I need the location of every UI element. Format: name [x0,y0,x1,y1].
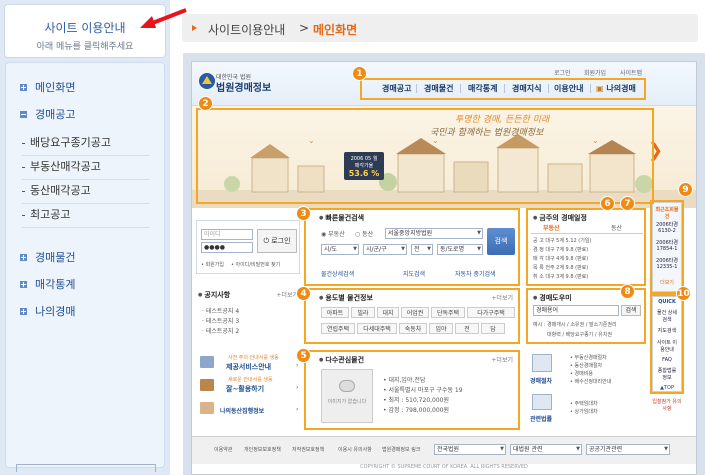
public-link-select[interactable]: 공공기관관련 [586,444,670,455]
join-link[interactable]: • 회원가입 [201,261,224,268]
usage-tips-link[interactable]: 잘~활용하기 [226,384,264,394]
highlight-box-5 [304,350,520,430]
badge-5: 5 [296,348,311,363]
footer-link[interactable]: 법원경매정보 링크 [382,446,420,453]
sidebar-menu: 메인화면 경매공고 경매물건 매각통계 나의경매 [5,62,165,468]
site-footer: 이용약관 개인정보보호정책 저작권보호정책 이용시 유의사항 법원경매정보 링크… [192,436,696,464]
badge-2: 2 [198,96,213,111]
login-panel: 아이디 ●●●● ⏻ 로그인 • 회원가입 • 아이디/비밀번호 찾기 [196,220,300,274]
sidebar-subtitle: 아래 메뉴를 클릭해주세요 [36,42,134,52]
highlight-box-9 [650,200,684,294]
menu-item-auction-items[interactable]: 경매물건 [20,249,75,265]
document-icon [532,354,552,372]
util-link-sitemap[interactable]: 사이트맵 [620,68,642,77]
find-account-link[interactable]: • 아이디/비밀번호 찾기 [231,261,280,268]
badge-7: 7 [620,196,635,211]
site-screenshot-frame: 대한민국 법원 법원경매정보 로그인 회원가입 사이트맵 경매공고 경매물건 매… [183,53,705,475]
promo-panel: 사전 주의 안내서를 생동 제공서비스안내 › 새로운 안내서를 생동 잘~활용… [196,352,300,428]
plus-icon [20,280,27,288]
gavel-icon [200,379,214,391]
highlight-box-10 [650,294,684,394]
menu-item-sales-stats[interactable]: 매각통계 [20,276,75,292]
badge-1: 1 [352,66,367,81]
notice-item[interactable]: · 테스트공지 4 [202,306,239,315]
chevron-right-icon: › [296,362,299,369]
submenu-item[interactable]: 동산매각공고 [22,180,150,204]
highlight-box-1 [360,78,646,100]
chevron-right-icon: › [296,384,299,391]
badge-4: 4 [296,286,311,301]
menu-item-main[interactable]: 메인화면 [20,79,75,95]
procedure-link[interactable]: 경매절차 [530,376,552,385]
plus-icon [20,83,27,91]
breadcrumb: 사이트이용안내 > 메인화면 [182,14,698,42]
power-icon: ⏻ [263,237,269,245]
breadcrumb-current: 메인화면 [313,23,358,37]
plus-icon [20,307,27,315]
menu-item-my-auction[interactable]: 나의경매 [20,303,75,319]
minus-icon [20,110,27,118]
submenu-list: 배당요구종기공고 부동산매각공고 동산매각공고 최고공고 [22,132,150,228]
law-book-icon [532,394,552,410]
site-screenshot: 대한민국 법원 법원경매정보 로그인 회원가입 사이트맵 경매공고 경매물건 매… [191,61,697,475]
highlight-box-6 [526,208,646,286]
law-link[interactable]: 관련법률 [530,414,552,423]
badge-6: 6 [600,196,615,211]
plus-icon [20,253,27,261]
highlight-box-2 [196,108,654,204]
login-button[interactable]: ⏻ 로그인 [257,229,297,253]
footer-link[interactable]: 이용시 유의사항 [338,446,372,453]
logo-title[interactable]: 법원경매정보 [216,79,271,94]
footer-link[interactable]: 개인정보보호정책 [244,446,281,453]
footer-link[interactable]: 이용약관 [214,446,232,453]
badge-3: 3 [296,206,311,221]
court-logo-icon [199,73,215,89]
procedures-panel: 경매절차 • 부동산경매절차 • 동산경매절차 • 경매비용 • 배수신청대리안… [526,350,646,430]
copyright-text: COPYRIGHT © SUPREME COURT OF KOREA. ALL … [360,464,528,470]
help-sidebar: 사이트 이용안내 아래 메뉴를 클릭해주세요 메인화면 경매공고 경매물건 매각… [0,0,170,475]
notice-item[interactable]: · 테스트공지 2 [202,326,239,335]
court-link-select[interactable]: 전국법원 [434,444,506,455]
submenu-item[interactable]: 배당요구종기공고 [22,132,150,156]
submenu-item[interactable]: 부동산매각공고 [22,156,150,180]
submenu-item[interactable]: 최고공고 [22,204,150,228]
notice-more-link[interactable]: +더보기 [276,290,298,299]
badge-10: 10 [676,286,691,301]
notice-panel: 공지사항 +더보기 · 테스트공지 4 · 테스트공지 3 · 테스트공지 2 [196,288,300,350]
badge-9: 9 [678,182,693,197]
util-link-join[interactable]: 회원가입 [584,68,606,77]
menu-item-auction-notice[interactable]: 경매공고 [20,106,75,122]
notice-item[interactable]: · 테스트공지 3 [202,316,239,325]
breadcrumb-parent[interactable]: 사이트이용안내 [208,21,285,38]
notice-title: 공지사항 [198,290,230,300]
id-input[interactable]: 아이디 [201,229,253,240]
util-link-login[interactable]: 로그인 [554,68,571,77]
triangle-bullet-icon [192,25,197,31]
breadcrumb-separator: > [299,21,310,35]
service-guide-link[interactable]: 제공서비스안내 [226,362,271,372]
my-enforcement-link[interactable]: 나의동산집행정보 [220,406,264,415]
highlight-box-3 [304,208,520,286]
supreme-link-select[interactable]: 대법원 관련 [510,444,582,455]
bidding-notice-link[interactable]: 입찰참가 유의사항 [652,398,682,412]
highlight-box-4 [304,288,520,344]
footer-link[interactable]: 저작권보호정책 [292,446,324,453]
hand-icon [200,402,214,414]
password-input[interactable]: ●●●● [201,242,253,253]
badge-8: 8 [620,284,635,299]
guide-book-icon [200,356,214,368]
chevron-right-icon: › [296,406,299,413]
sidebar-footer-frame [16,464,156,472]
